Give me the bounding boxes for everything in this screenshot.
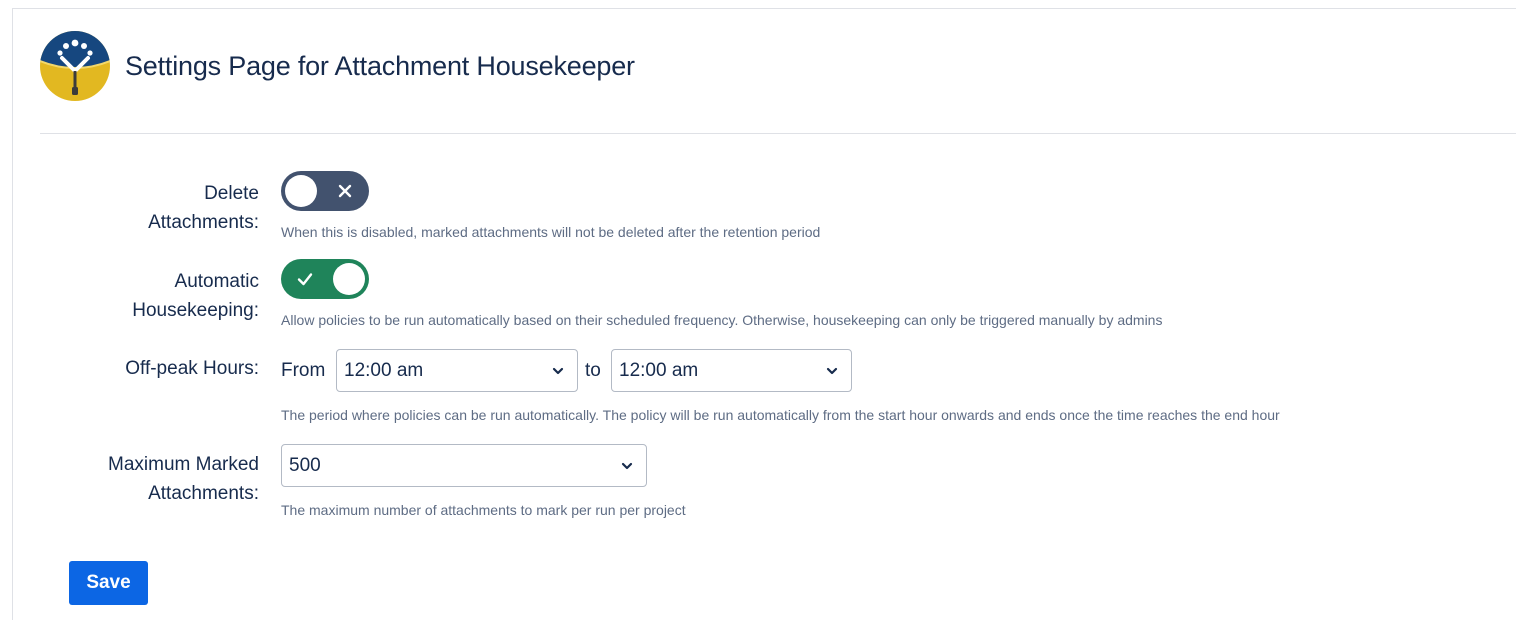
off-peak-hours-label: Off-peak Hours: <box>125 358 259 379</box>
off-peak-hours-description: The period where policies can be run aut… <box>281 407 1280 423</box>
toggle-knob <box>285 175 317 207</box>
to-hour-value: 12:00 am <box>619 359 699 381</box>
automatic-housekeeping-label-line1: Automatic <box>174 271 259 292</box>
maximum-marked-attachments-description: The maximum number of attachments to mar… <box>281 502 686 518</box>
check-icon <box>297 273 313 286</box>
header-divider <box>40 133 1516 134</box>
automatic-housekeeping-label-line2: Housekeeping: <box>132 300 259 321</box>
from-text: From <box>281 360 326 381</box>
automatic-housekeeping-description: Allow policies to be run automatically b… <box>281 312 1163 328</box>
maximum-marked-attachments-value: 500 <box>289 454 321 476</box>
delete-attachments-label-line1: Delete <box>204 183 259 204</box>
delete-attachments-description: When this is disabled, marked attachment… <box>281 224 821 240</box>
chevron-down-icon <box>621 462 633 469</box>
close-icon <box>338 184 352 198</box>
chevron-down-icon <box>552 367 564 374</box>
to-hour-select[interactable]: 12:00 am <box>611 349 852 392</box>
maximum-marked-attachments-label-line2: Attachments: <box>148 483 259 504</box>
page-title: Settings Page for Attachment Housekeeper <box>125 50 635 81</box>
page-header: Settings Page for Attachment Housekeeper <box>40 30 635 102</box>
from-hour-value: 12:00 am <box>344 359 424 381</box>
maximum-marked-attachments-label-line1: Maximum Marked <box>108 454 259 475</box>
attachment-housekeeper-logo <box>40 31 110 101</box>
automatic-housekeeping-label: Automatic Housekeeping: <box>132 267 259 325</box>
automatic-housekeeping-toggle[interactable] <box>281 259 369 299</box>
maximum-marked-attachments-label: Maximum Marked Attachments: <box>108 450 259 508</box>
maximum-marked-attachments-select[interactable]: 500 <box>281 444 647 487</box>
from-hour-select[interactable]: 12:00 am <box>336 349 578 392</box>
save-button[interactable]: Save <box>69 561 148 605</box>
chevron-down-icon <box>826 367 838 374</box>
delete-attachments-label-line2: Attachments: <box>148 212 259 233</box>
to-text: to <box>585 360 601 381</box>
toggle-knob <box>333 263 365 295</box>
delete-attachments-toggle[interactable] <box>281 171 369 211</box>
delete-attachments-label: Delete Attachments: <box>148 179 259 237</box>
